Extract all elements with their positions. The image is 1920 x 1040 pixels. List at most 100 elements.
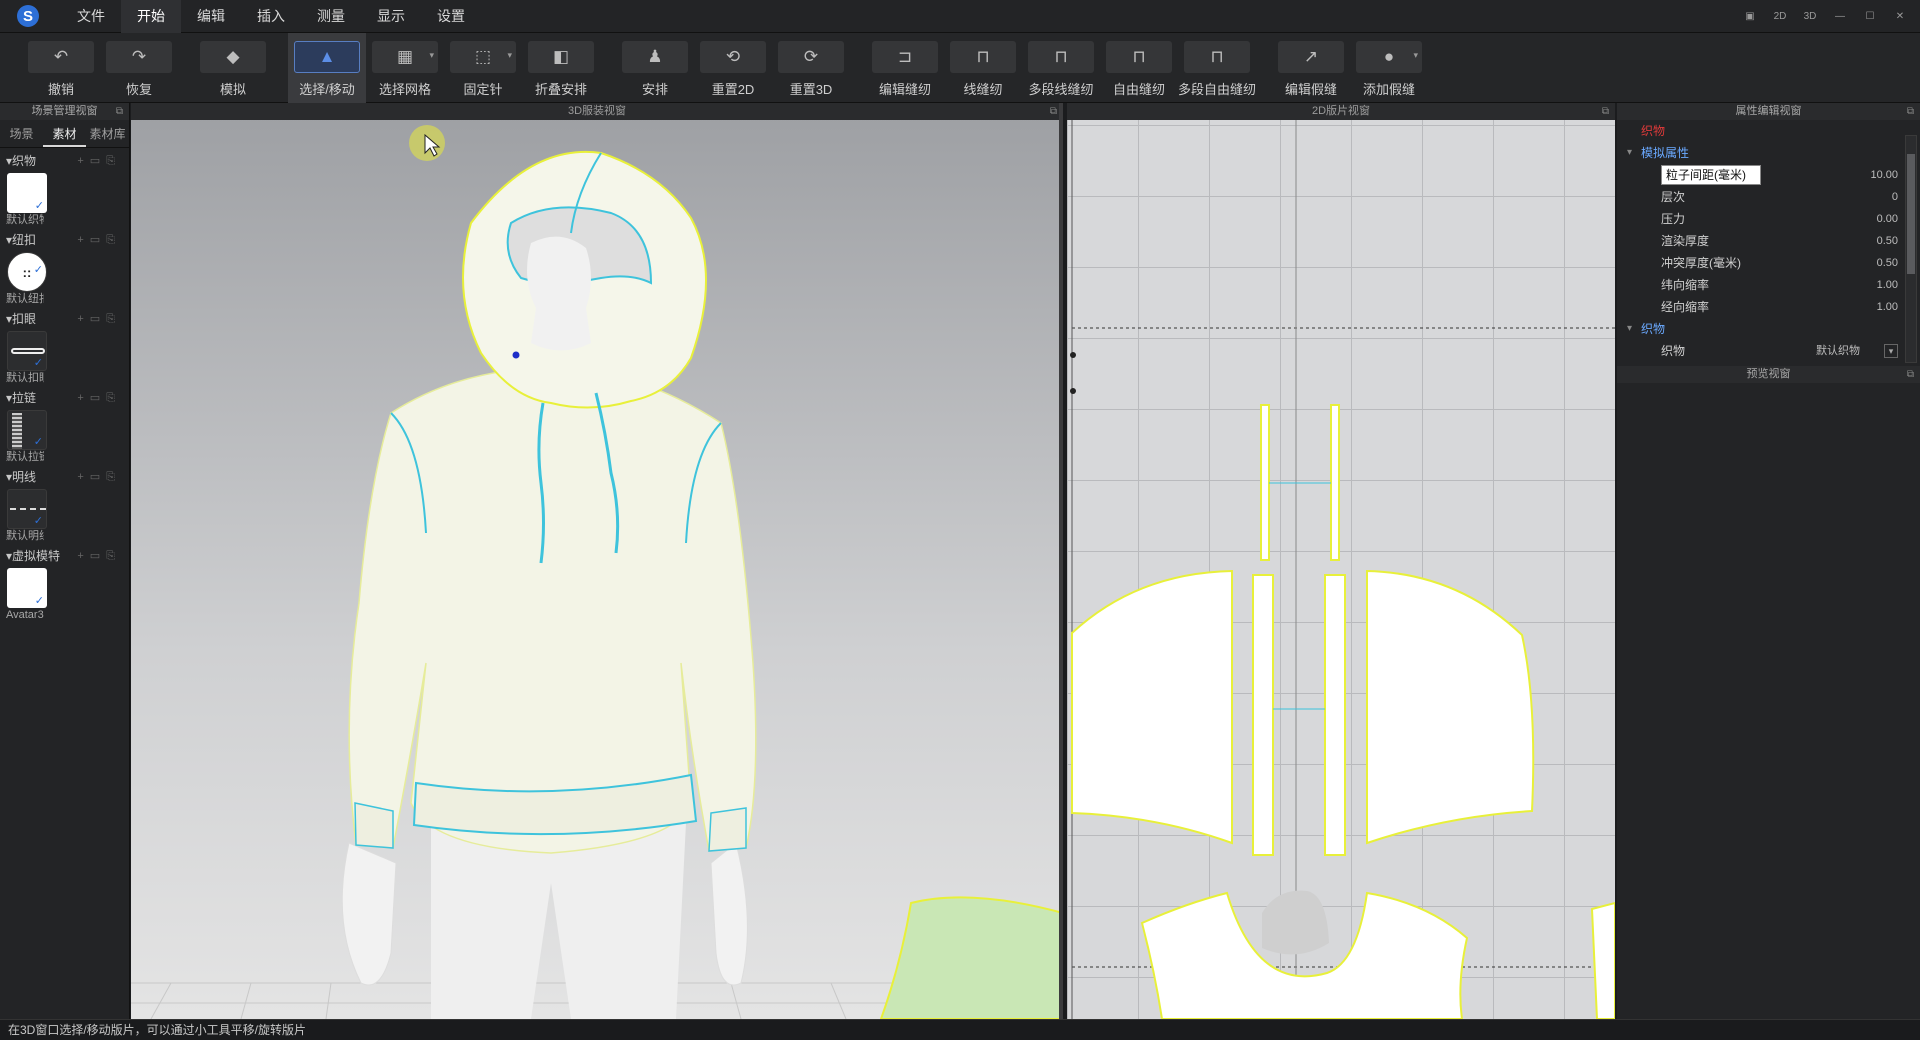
scrollbar-thumb[interactable] xyxy=(1907,154,1915,274)
category-header[interactable]: ▾明线 +▭⎘ xyxy=(0,468,129,486)
category-header[interactable]: ▾纽扣 +▭⎘ xyxy=(0,231,129,249)
menu-1[interactable]: 开始 xyxy=(121,0,181,33)
property-value[interactable]: 0 xyxy=(1892,186,1898,208)
menu-6[interactable]: 设置 xyxy=(421,0,481,33)
category-actions[interactable]: +▭⎘ xyxy=(77,389,121,407)
maximize-3d-icon[interactable]: ⧉ xyxy=(1050,103,1057,120)
window-control-1[interactable]: 2D xyxy=(1768,7,1792,27)
category-header[interactable]: ▾扣眼 +▭⎘ xyxy=(0,310,129,328)
category-actions[interactable]: +▭⎘ xyxy=(77,310,121,328)
property-value[interactable]: 0.50 xyxy=(1877,230,1898,252)
chevron-down-icon[interactable]: ▾ xyxy=(429,50,434,61)
window-control-3[interactable]: — xyxy=(1828,7,1852,27)
neck-shadow xyxy=(1262,890,1329,955)
category-actions[interactable]: +▭⎘ xyxy=(77,231,121,249)
property-row[interactable]: 经向缩率 1.00 xyxy=(1617,296,1920,318)
hoodie-body[interactable] xyxy=(348,367,757,854)
property-row[interactable]: 纬向缩率 1.00 xyxy=(1617,274,1920,296)
tab-1[interactable]: 素材 xyxy=(43,120,86,147)
cuff-piece-right[interactable] xyxy=(1324,574,1346,856)
tab-2[interactable]: 素材库 xyxy=(86,120,129,147)
property-row[interactable]: 层次 0 xyxy=(1617,186,1920,208)
tool-fold-arrange-button[interactable]: ◧ 折叠安排 xyxy=(522,33,600,103)
window-control-4[interactable]: ☐ xyxy=(1858,7,1882,27)
asset-thumbnail[interactable]: ✓ xyxy=(7,173,47,213)
property-row[interactable]: 织物 默认织物 ▾ xyxy=(1617,340,1920,362)
property-row[interactable]: 冲突厚度(毫米) 0.50 xyxy=(1617,252,1920,274)
property-value[interactable]: 1.00 xyxy=(1877,274,1898,296)
tool-edit-tack-button[interactable]: ↗ 编辑假缝 xyxy=(1272,33,1350,103)
tool-select-move-button[interactable]: ▲ 选择/移动 xyxy=(288,33,366,103)
drawstring-piece-left[interactable] xyxy=(1260,404,1270,561)
sleeve-left[interactable] xyxy=(1071,569,1233,845)
property-value[interactable]: 0.50 xyxy=(1877,252,1898,274)
menu-0[interactable]: 文件 xyxy=(61,0,121,33)
tool-add-tack-button[interactable]: ● ▾ 添加假缝 xyxy=(1350,33,1428,103)
fabric-dropdown-icon[interactable]: ▾ xyxy=(1884,344,1898,358)
property-row[interactable]: 粒子间距(毫米) 10.00 xyxy=(1617,164,1920,186)
undock-icon[interactable]: ⧉ xyxy=(1907,103,1914,120)
asset-thumbnail[interactable]: ✓ xyxy=(7,489,47,529)
tool-multi-segment-sewing-button[interactable]: ⊓ 多段线缝纫 xyxy=(1022,33,1100,103)
tool-redo-button[interactable]: ↷ 恢复 xyxy=(100,33,178,103)
floating-pattern-piece[interactable] xyxy=(879,896,1063,1019)
tool-segment-sewing-button[interactable]: ⊓ 线缝纫 xyxy=(944,33,1022,103)
property-value[interactable]: 默认织物 xyxy=(1816,340,1860,362)
asset-thumbnail[interactable]: ✓ xyxy=(7,331,47,371)
category-actions[interactable]: +▭⎘ xyxy=(77,547,121,565)
property-scrollbar[interactable] xyxy=(1905,135,1917,363)
tool-free-sewing-button[interactable]: ⊓ 自由缝纫 xyxy=(1100,33,1178,103)
asset-thumbnail[interactable]: ✓ xyxy=(7,410,47,450)
category-header[interactable]: ▾虚拟模特 +▭⎘ xyxy=(0,547,129,565)
2d-pattern-canvas[interactable] xyxy=(1067,103,1615,1019)
menu-5[interactable]: 显示 xyxy=(361,0,421,33)
viewport-splitter[interactable] xyxy=(1059,103,1063,1019)
category-actions[interactable]: +▭⎘ xyxy=(77,152,121,170)
undock-preview-icon[interactable]: ⧉ xyxy=(1907,366,1914,383)
cuff-piece-left[interactable] xyxy=(1252,574,1274,856)
tool-pin-button[interactable]: ⬚ ▾ 固定针 xyxy=(444,33,522,103)
2d-pattern-viewport[interactable]: 2D版片视窗 ⧉ xyxy=(1067,103,1615,1019)
asset-thumbnail[interactable]: :: ✓ xyxy=(7,252,47,292)
menu-2[interactable]: 编辑 xyxy=(181,0,241,33)
tool-reset-3d-button[interactable]: ⟳ 重置3D xyxy=(772,33,850,103)
tool-simulate-button[interactable]: ◆ 模拟 xyxy=(194,33,272,103)
property-section-header[interactable]: 织物 xyxy=(1617,318,1920,340)
property-value[interactable]: 0.00 xyxy=(1877,208,1898,230)
tool-select-mesh-button[interactable]: ▦ ▾ 选择网格 xyxy=(366,33,444,103)
tool-edit-sewing-button[interactable]: ⊐ 编辑缝纫 xyxy=(866,33,944,103)
property-row[interactable]: 渲染厚度 0.50 xyxy=(1617,230,1920,252)
category-header[interactable]: ▾织物 +▭⎘ xyxy=(0,152,129,170)
tool-arrange-button[interactable]: ♟ 安排 xyxy=(616,33,694,103)
undock-icon[interactable]: ⧉ xyxy=(116,103,123,120)
window-control-0[interactable]: ▣ xyxy=(1738,7,1762,27)
sleeve-right[interactable] xyxy=(1366,569,1535,845)
property-section-header[interactable]: 模拟属性 xyxy=(1617,142,1920,164)
menu-3[interactable]: 插入 xyxy=(241,0,301,33)
partial-pattern-piece[interactable] xyxy=(1590,901,1615,1019)
window-control-2[interactable]: 3D xyxy=(1798,7,1822,27)
property-row[interactable]: 压力 0.00 xyxy=(1617,208,1920,230)
property-key: 冲突厚度(毫米) xyxy=(1661,256,1741,270)
chevron-down-icon[interactable]: ▾ xyxy=(1413,50,1418,61)
asset-thumbnail[interactable]: ✓ xyxy=(7,568,47,608)
window-control-5[interactable]: ✕ xyxy=(1888,7,1912,27)
tool-multi-free-sewing-button[interactable]: ⊓ 多段自由缝纫 xyxy=(1178,33,1256,103)
chevron-down-icon[interactable]: ▾ xyxy=(507,50,512,61)
category-actions[interactable]: +▭⎘ xyxy=(77,468,121,486)
tab-0[interactable]: 场景 xyxy=(0,120,43,147)
left-cuff[interactable] xyxy=(354,802,394,849)
tool-reset-2d-button[interactable]: ⟲ 重置2D xyxy=(694,33,772,103)
category-header[interactable]: ▾拉链 +▭⎘ xyxy=(0,389,129,407)
drawstring-piece-right[interactable] xyxy=(1330,404,1340,561)
3d-garment-viewport[interactable]: 3D服装视窗 ⧉ xyxy=(131,103,1063,1019)
property-value[interactable]: 1.00 xyxy=(1877,296,1898,318)
tool-undo-button[interactable]: ↶ 撤销 xyxy=(22,33,100,103)
right-cuff[interactable] xyxy=(708,807,747,852)
property-value[interactable]: 10.00 xyxy=(1870,164,1898,186)
3d-scene[interactable] xyxy=(131,103,1063,1019)
pin-point[interactable] xyxy=(512,351,520,359)
tool-label: 编辑缝纫 xyxy=(878,82,931,97)
menu-4[interactable]: 测量 xyxy=(301,0,361,33)
maximize-2d-icon[interactable]: ⧉ xyxy=(1602,103,1609,120)
